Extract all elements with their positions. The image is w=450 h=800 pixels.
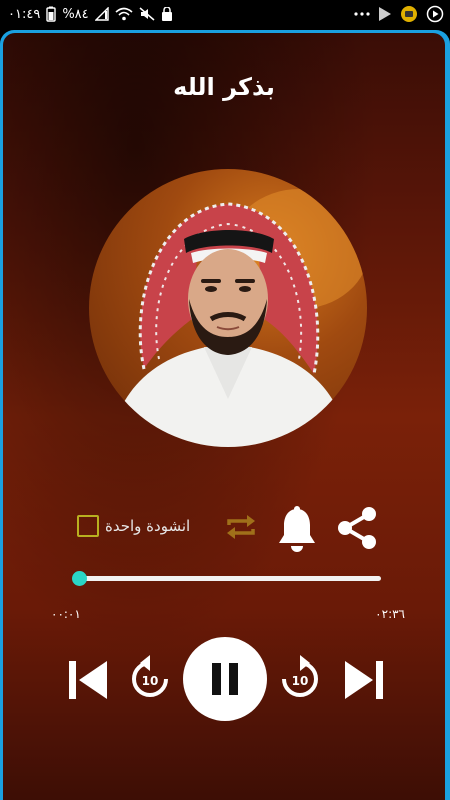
status-bar: ٠١:٤٩ %٨٤ bbox=[0, 0, 450, 30]
rewind-10-button[interactable]: 10 bbox=[127, 653, 173, 705]
options-row: انشودة واحدة bbox=[3, 503, 445, 563]
track-title: بذكر الله bbox=[173, 73, 275, 101]
rewind-seconds-label: 10 bbox=[142, 674, 159, 688]
status-left: ٠١:٤٩ %٨٤ bbox=[8, 6, 173, 22]
forward-10-icon: 10 bbox=[282, 655, 318, 697]
mute-icon bbox=[139, 7, 155, 21]
seek-bar[interactable] bbox=[72, 571, 381, 586]
play-circle-icon bbox=[426, 5, 444, 23]
forward-10-button[interactable]: 10 bbox=[277, 653, 323, 705]
clock: ٠١:٤٩ bbox=[8, 6, 41, 22]
status-right bbox=[354, 5, 444, 23]
pause-button[interactable] bbox=[183, 637, 267, 721]
play-store-icon bbox=[378, 6, 392, 22]
single-track-label: انشودة واحدة bbox=[105, 517, 191, 535]
next-button[interactable] bbox=[341, 657, 387, 703]
forward-seconds-label: 10 bbox=[292, 674, 309, 688]
single-track-checkbox[interactable] bbox=[77, 515, 99, 537]
artist-avatar bbox=[89, 169, 367, 447]
signal-icon bbox=[94, 7, 109, 21]
battery-percent: %٨٤ bbox=[62, 6, 89, 22]
more-dots-icon bbox=[354, 11, 370, 17]
pause-icon bbox=[212, 663, 238, 695]
share-button[interactable] bbox=[333, 503, 381, 553]
replay-10-icon: 10 bbox=[132, 655, 168, 697]
repeat-icon bbox=[227, 515, 255, 539]
current-time: ٠٠:٠١ bbox=[51, 607, 81, 621]
player-frame: بذكر الله انشودة واحدة ٠٠:٠١ ٠٢:٣٦ 10 10 bbox=[0, 30, 450, 800]
notify-button[interactable] bbox=[275, 505, 319, 553]
seek-bar-thumb[interactable] bbox=[72, 571, 88, 586]
player-screen: بذكر الله انشودة واحدة ٠٠:٠١ ٠٢:٣٦ 10 10 bbox=[3, 33, 445, 800]
previous-button[interactable] bbox=[65, 657, 111, 703]
bell-icon bbox=[279, 506, 315, 552]
battery-icon bbox=[46, 6, 57, 22]
playback-controls: 10 10 bbox=[3, 633, 445, 723]
skip-previous-icon bbox=[69, 661, 107, 699]
share-icon bbox=[338, 507, 376, 549]
skip-next-icon bbox=[345, 661, 383, 699]
total-time: ٠٢:٣٦ bbox=[375, 607, 405, 621]
app-notification-icon bbox=[400, 5, 418, 23]
lock-icon bbox=[161, 7, 173, 21]
repeat-button[interactable] bbox=[223, 509, 259, 545]
wifi-icon bbox=[115, 7, 133, 21]
